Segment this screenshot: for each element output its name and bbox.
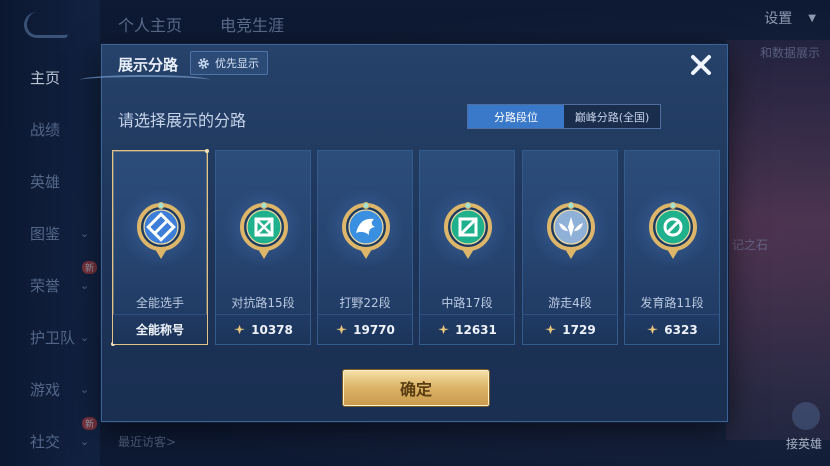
nav-item[interactable]: 英雄	[0, 163, 100, 199]
nav-item[interactable]: 游戏 ⌄	[0, 371, 100, 407]
hero-icon[interactable]	[792, 402, 820, 430]
bottom-right-label[interactable]: 接英雄	[786, 435, 822, 452]
priority-display-label: 优先显示	[215, 57, 259, 70]
chevron-down-icon[interactable]: ▼	[808, 13, 816, 24]
selection-corner-dot	[205, 149, 209, 153]
background-data-label: 和数据展示	[760, 46, 821, 60]
chevron-down-icon: ⌄	[80, 434, 90, 448]
lane-card-footer: 10378	[216, 314, 310, 344]
tab-peak-lane-national[interactable]: 巅峰分路(全国)	[564, 105, 660, 128]
nav-item-label: 英雄	[30, 172, 61, 191]
chevron-down-icon: ⌄	[80, 278, 90, 292]
lane-card-footer: 19770	[318, 314, 412, 344]
lane-mode-toggle: 分路段位 巅峰分路(全国)	[467, 104, 661, 129]
farm-lane-emblem-icon	[649, 202, 697, 259]
nav-item-label: 荣誉	[30, 276, 61, 295]
nav-item-label: 主页	[30, 68, 61, 87]
confirm-button[interactable]: 确定	[343, 370, 489, 406]
tab-lane-rank[interactable]: 分路段位	[468, 105, 564, 128]
lane-card[interactable]: 游走4段 1729	[522, 150, 618, 345]
power-score-icon	[234, 324, 246, 335]
all-round-emblem-icon	[137, 202, 185, 259]
nav-item-label: 图鉴	[30, 224, 61, 243]
lane-card[interactable]: 打野22段 19770	[317, 150, 413, 345]
nav-item-label: 社交	[30, 432, 61, 451]
background-stone-label: 记之石	[732, 238, 769, 252]
lane-card-footer: 6323	[625, 314, 719, 344]
dialog-title: 展示分路	[118, 56, 179, 74]
nav-item[interactable]: 战绩	[0, 111, 100, 147]
nav-item-label: 游戏	[30, 380, 61, 399]
power-score-icon	[647, 324, 659, 335]
close-button[interactable]	[687, 51, 715, 79]
lane-card-title: 中路17段	[441, 296, 493, 310]
lane-card[interactable]: 中路17段 12631	[419, 150, 515, 345]
power-score-value: 6323	[664, 322, 698, 337]
power-score-value: 1729	[562, 322, 596, 337]
back-arrow-icon[interactable]	[24, 12, 68, 38]
power-score-icon	[545, 324, 557, 335]
nav-item[interactable]: 图鉴 ⌄	[0, 215, 100, 251]
close-icon	[691, 55, 711, 75]
roam-emblem-icon	[547, 202, 595, 259]
lane-card[interactable]: 全能选手 全能称号	[111, 149, 209, 346]
chevron-down-icon: ⌄	[80, 226, 90, 240]
new-badge: 新	[82, 417, 98, 430]
power-score-icon	[438, 324, 450, 335]
gear-icon	[198, 57, 209, 69]
clash-lane-emblem-icon	[240, 202, 288, 259]
settings-button[interactable]: 设置	[764, 8, 792, 28]
lane-card-footer: 1729	[523, 314, 617, 344]
select-lane-prompt: 请选择展示的分路	[118, 111, 247, 130]
nav-item[interactable]: 荣誉 ⌄ 新	[0, 261, 100, 303]
lane-card-title: 全能选手	[135, 296, 184, 310]
tab-personal-home[interactable]: 个人主页	[118, 12, 182, 36]
new-badge: 新	[82, 261, 98, 274]
lane-card[interactable]: 对抗路15段 10378	[215, 150, 311, 345]
mid-lane-emblem-icon	[444, 202, 492, 259]
nav-item-label: 战绩	[30, 120, 61, 139]
title-label: 全能称号	[135, 323, 184, 337]
chevron-down-icon: ⌄	[80, 330, 90, 344]
power-score-value: 19770	[353, 322, 395, 337]
lane-card-title: 发育路11段	[640, 296, 704, 310]
lane-display-dialog: 展示分路 优先显示 请选择展示的分路 分路段位 巅峰分路(全国) 全能选手全能称…	[80, 44, 728, 422]
lane-card-title: 对抗路15段	[231, 296, 295, 310]
lane-card-footer: 12631	[420, 314, 514, 344]
jungle-emblem-icon	[342, 202, 390, 259]
top-right-bar: 设置 ▼	[764, 0, 830, 36]
lane-card-title: 游走4段	[548, 296, 592, 310]
lane-card[interactable]: 发育路11段 6323	[624, 150, 720, 345]
lane-card-title: 打野22段	[339, 296, 391, 310]
nav-item[interactable]: 护卫队 ⌄	[0, 319, 100, 355]
nav-item-label: 护卫队	[30, 328, 76, 347]
lane-card-list: 全能选手 全能称号 对抗路15段 10378 打野22段 19770 中路17段 12631 游…	[111, 149, 720, 346]
power-score-icon	[336, 324, 348, 335]
header-swirl-decoration	[80, 75, 210, 85]
tab-esports-career[interactable]: 电竞生涯	[220, 12, 284, 36]
power-score-value: 12631	[455, 322, 497, 337]
nav-item[interactable]: 社交 ⌄ 新	[0, 417, 100, 459]
power-score-value: 10378	[251, 322, 293, 337]
lane-card-footer: 全能称号	[113, 314, 207, 344]
priority-display-button[interactable]: 优先显示	[190, 51, 268, 75]
recent-visitors-link[interactable]: 最近访客>	[118, 433, 176, 450]
top-tabs: 个人主页 电竞生涯	[118, 12, 284, 36]
chevron-down-icon: ⌄	[80, 382, 90, 396]
